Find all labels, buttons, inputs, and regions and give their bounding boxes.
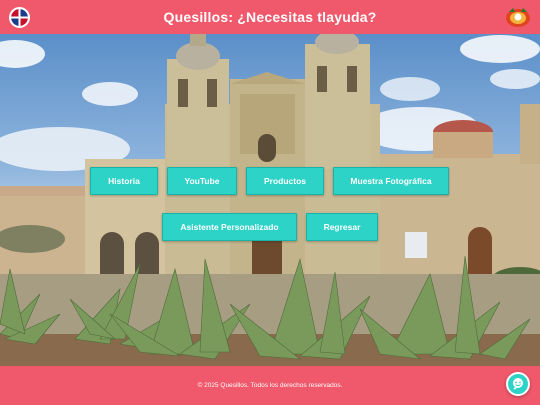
chat-assistant-icon — [513, 378, 523, 390]
page-footer: © 2025 Quesillos. Todos los derechos res… — [0, 366, 540, 405]
top-header: Quesillos: ¿Necesitas tlayuda? — [0, 0, 540, 34]
historia-button[interactable]: Historia — [90, 167, 158, 195]
regresar-button[interactable]: Regresar — [306, 213, 378, 241]
productos-button[interactable]: Productos — [246, 167, 324, 195]
chat-assistant-button[interactable] — [506, 372, 530, 396]
youtube-button[interactable]: YouTube — [167, 167, 237, 195]
copyright-text: © 2025 Quesillos. Todos los derechos res… — [197, 382, 343, 389]
page-title: Quesillos: ¿Necesitas tlayuda? — [163, 9, 377, 25]
quesillos-emblem-icon[interactable] — [505, 6, 531, 28]
bilingual-flag-logo-icon[interactable] — [9, 7, 30, 28]
muestra-fotografica-button[interactable]: Muestra Fotográfica — [333, 167, 449, 195]
church-and-agave-photo — [0, 34, 540, 366]
hero-background-image: Historia YouTube Productos Muestra Fotog… — [0, 34, 540, 366]
asistente-personalizado-button[interactable]: Asistente Personalizado — [162, 213, 297, 241]
